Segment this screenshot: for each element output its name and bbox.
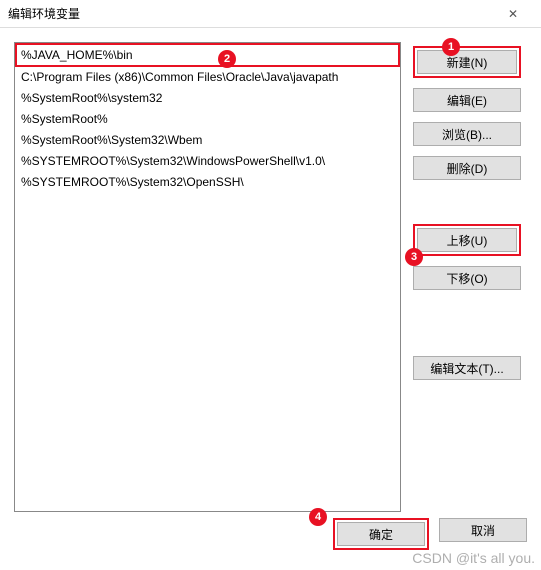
edit-text-button[interactable]: 编辑文本(T)... [413, 356, 521, 380]
highlight-new: 新建(N) [413, 46, 521, 78]
move-up-button[interactable]: 上移(U) [417, 228, 517, 252]
dialog-body: %JAVA_HOME%\bin C:\Program Files (x86)\C… [0, 28, 541, 518]
list-item[interactable]: C:\Program Files (x86)\Common Files\Orac… [15, 67, 400, 88]
list-item[interactable]: %SystemRoot% [15, 109, 400, 130]
list-item[interactable]: %SYSTEMROOT%\System32\WindowsPowerShell\… [15, 151, 400, 172]
browse-button[interactable]: 浏览(B)... [413, 122, 521, 146]
list-item[interactable]: %SystemRoot%\System32\Wbem [15, 130, 400, 151]
highlight-ok: 确定 [333, 518, 429, 550]
callout-4: 4 [309, 508, 327, 526]
new-button[interactable]: 新建(N) [417, 50, 517, 74]
watermark: CSDN @it's all you. [412, 550, 535, 566]
close-button[interactable]: ✕ [493, 0, 533, 28]
spacer [413, 300, 521, 346]
button-column: 新建(N) 编辑(E) 浏览(B)... 删除(D) 上移(U) 下移(O) 编… [413, 42, 521, 510]
list-item[interactable]: %JAVA_HOME%\bin [15, 43, 400, 67]
edit-button[interactable]: 编辑(E) [413, 88, 521, 112]
callout-2: 2 [218, 50, 236, 68]
callout-3: 3 [405, 248, 423, 266]
titlebar: 编辑环境变量 ✕ [0, 0, 541, 28]
highlight-moveup: 上移(U) [413, 224, 521, 256]
move-down-button[interactable]: 下移(O) [413, 266, 521, 290]
cancel-button[interactable]: 取消 [439, 518, 527, 542]
callout-1: 1 [442, 38, 460, 56]
close-icon: ✕ [508, 7, 518, 21]
spacer [413, 190, 521, 214]
list-item[interactable]: %SYSTEMROOT%\System32\OpenSSH\ [15, 172, 400, 193]
window-title: 编辑环境变量 [8, 5, 493, 22]
ok-button[interactable]: 确定 [337, 522, 425, 546]
list-item[interactable]: %SystemRoot%\system32 [15, 88, 400, 109]
path-listbox[interactable]: %JAVA_HOME%\bin C:\Program Files (x86)\C… [14, 42, 401, 512]
delete-button[interactable]: 删除(D) [413, 156, 521, 180]
